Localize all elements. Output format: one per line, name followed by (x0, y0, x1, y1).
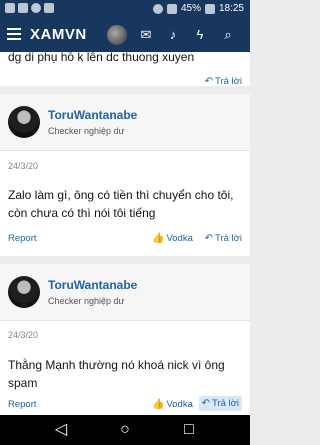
reply-icon: ↶ (201, 398, 210, 409)
app-header: XAMVN ✉ ♪ ϟ ⌕ (0, 18, 250, 52)
user-title: Checker nghiệp dư (48, 296, 125, 306)
wifi-icon (152, 3, 163, 14)
post-card: ToruWantanabe Checker nghiệp dư 24/3/20 … (0, 264, 250, 415)
partial-post: dg di phụ hồ k lên dc thuong xuyen ↶ Trả … (0, 52, 250, 87)
reply-button[interactable]: ↶ Trả lời (205, 233, 242, 244)
post-actions: Report 👍 Vodka ↶ Trả lời (8, 396, 242, 413)
photo-icon (18, 3, 28, 13)
reply-icon: ↶ (204, 233, 213, 244)
flash-icon[interactable]: ϟ (192, 27, 208, 43)
status-bar: 45% 18:25 (0, 0, 250, 18)
menu-icon[interactable] (7, 28, 21, 40)
bell-icon[interactable]: ♪ (165, 27, 181, 43)
avatar[interactable] (8, 276, 40, 308)
thread-content: dg di phụ hồ k lên dc thuong xuyen ↶ Trả … (0, 52, 250, 415)
report-button[interactable]: Report (8, 233, 37, 244)
username[interactable]: ToruWantanabe (48, 278, 137, 292)
report-button[interactable]: Report (8, 399, 37, 410)
notification-icon (44, 3, 54, 13)
search-icon[interactable]: ⌕ (220, 27, 236, 43)
home-icon[interactable]: ○ (116, 421, 134, 439)
user-title: Checker nghiệp dư (48, 126, 125, 136)
username[interactable]: ToruWantanabe (48, 108, 137, 122)
chat-icon (31, 3, 41, 13)
post-message: Thằng Mạnh thường nó khoá nick vì ông sp… (8, 358, 225, 390)
avatar[interactable] (8, 106, 40, 138)
post-date[interactable]: 24/3/20 (8, 161, 38, 171)
mail-icon[interactable]: ✉ (138, 27, 154, 43)
reply-button[interactable]: ↶ Trả lời (198, 396, 242, 411)
messenger-icon (5, 3, 15, 13)
recent-apps-icon[interactable]: □ (180, 421, 198, 439)
site-logo[interactable]: XAMVN (30, 26, 87, 43)
thumbs-up-icon: 👍 (152, 399, 165, 410)
like-button[interactable]: 👍 Vodka (152, 399, 193, 410)
post-message: dg di phụ hồ k lên dc thuong xuyen (8, 52, 195, 64)
clock: 18:25 (218, 3, 244, 14)
post-message: Zalo làm gì, ông có tiền thì chuyển cho … (8, 188, 234, 220)
post-header: ToruWantanabe Checker nghiệp dư (0, 264, 250, 321)
android-nav-bar: ◁ ○ □ (0, 415, 250, 445)
thumbs-up-icon: 👍 (152, 233, 165, 244)
post-actions: Report 👍 Vodka ↶ Trả lời (8, 231, 242, 247)
post-header: ToruWantanabe Checker nghiệp dư (0, 94, 250, 151)
reply-icon: ↶ (204, 76, 213, 87)
post-date[interactable]: 24/3/20 (8, 330, 38, 340)
battery-icon (204, 3, 215, 14)
like-button[interactable]: 👍 Vodka (152, 233, 193, 244)
back-icon[interactable]: ◁ (52, 421, 70, 439)
signal-icon (166, 3, 177, 14)
battery-percent: 45% (180, 3, 201, 14)
reply-button[interactable]: ↶ Trả lời (205, 76, 242, 87)
user-avatar[interactable] (107, 25, 127, 45)
post-actions: ↶ Trả lời (8, 74, 242, 90)
post-card: ToruWantanabe Checker nghiệp dư 24/3/20 … (0, 94, 250, 256)
